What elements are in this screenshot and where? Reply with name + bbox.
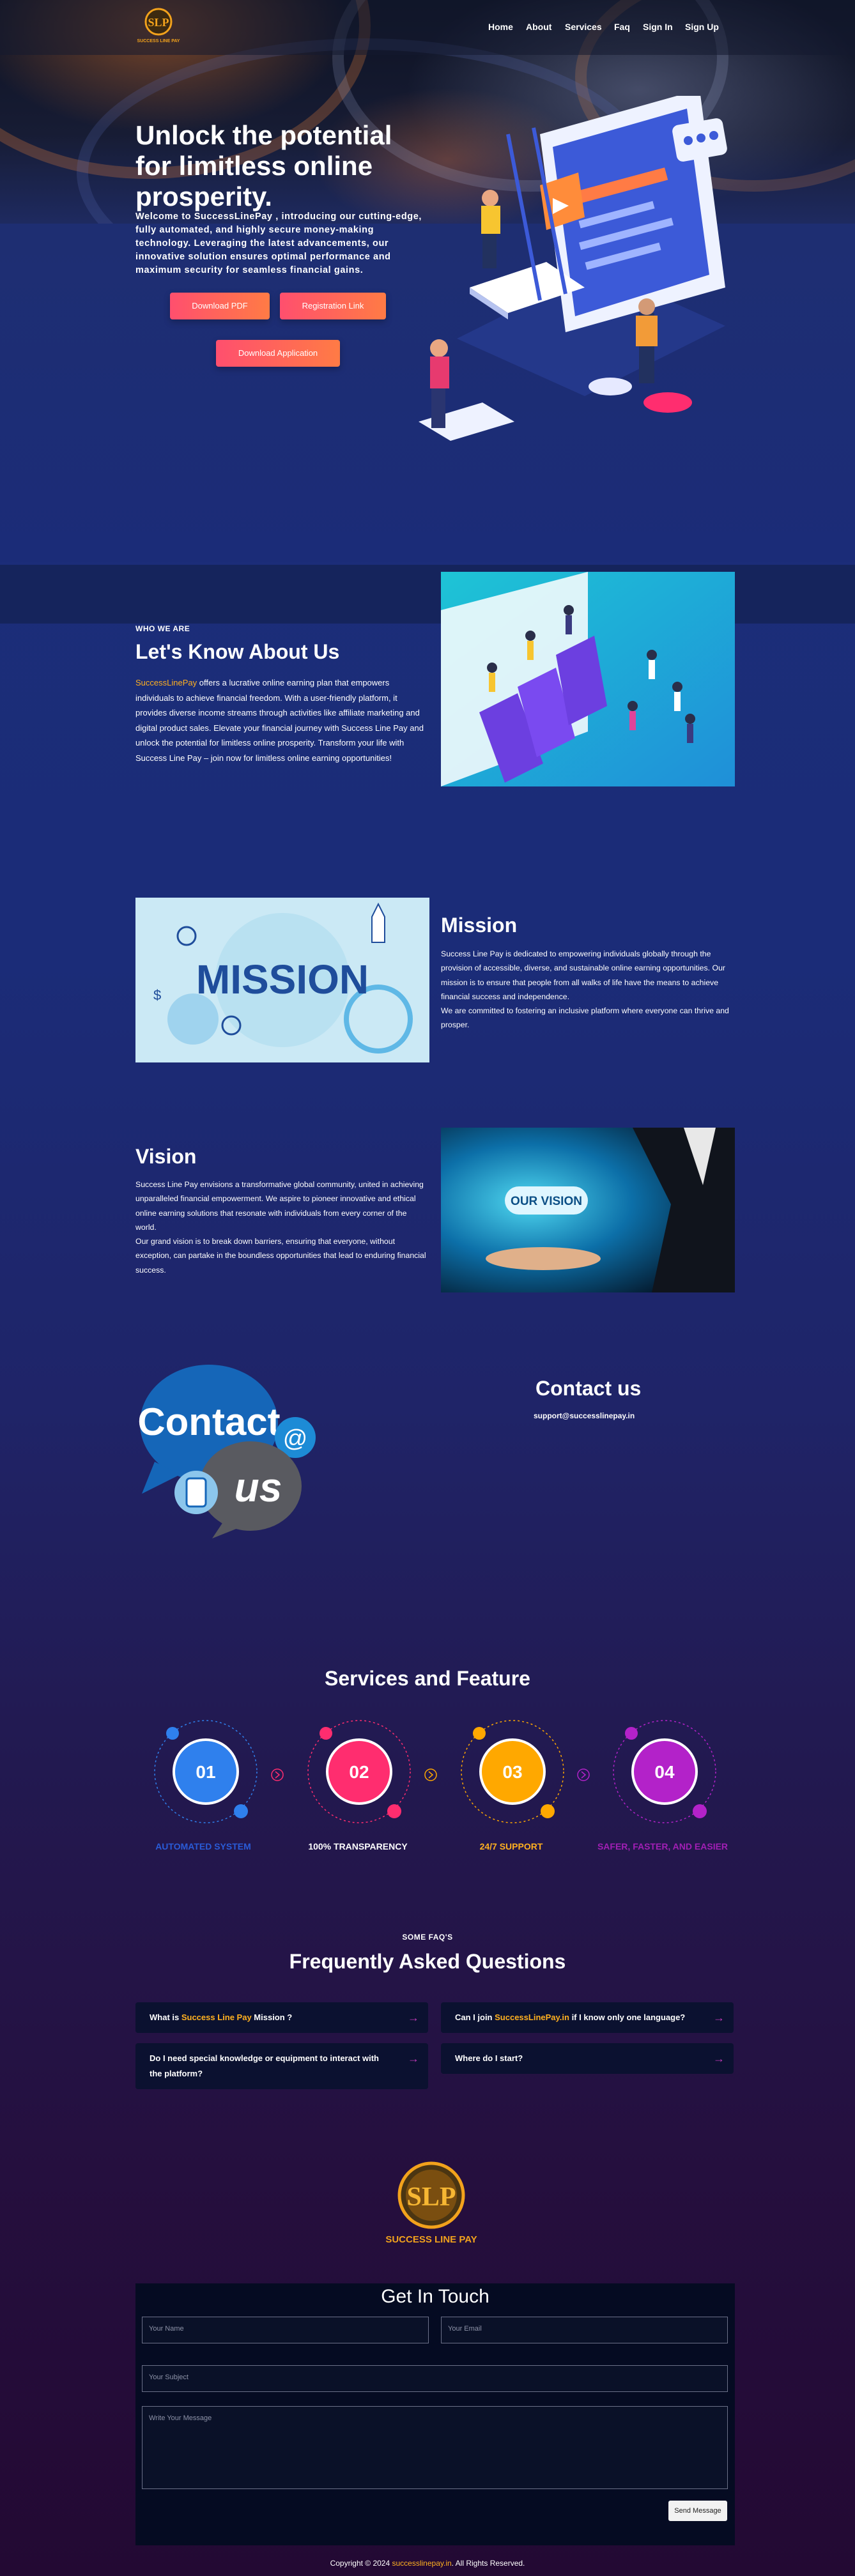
footer-copyright: Copyright © 2024 successlinepay.in. All … xyxy=(330,2559,525,2568)
footer-link[interactable]: successlinepay.in xyxy=(392,2559,452,2568)
chevron-right-icon xyxy=(424,1768,437,1781)
service-dot-small-4 xyxy=(693,1804,707,1818)
vision-text: Success Line Pay envisions a transformat… xyxy=(135,1180,426,1275)
navbar: SLP SUCCESS LINE PAY Home About Services… xyxy=(0,0,855,55)
email-field[interactable]: Your Email xyxy=(441,2317,728,2343)
svg-text:OUR VISION: OUR VISION xyxy=(511,1195,582,1208)
subject-field[interactable]: Your Subject xyxy=(142,2365,728,2392)
message-field[interactable]: Write Your Message xyxy=(142,2406,728,2489)
service-dot-1 xyxy=(166,1727,179,1740)
svg-text:us: us xyxy=(235,1464,282,1510)
service-label-3: 24/7 SUPPORT xyxy=(479,1841,543,1851)
svg-text:$: $ xyxy=(153,987,161,1003)
svg-text:SUCCESS LINE PAY: SUCCESS LINE PAY xyxy=(137,39,180,43)
service-dot-small-1 xyxy=(234,1804,248,1818)
about-text: SuccessLinePay offers a lucrative online… xyxy=(135,678,424,763)
arrow-right-icon: → xyxy=(713,2011,725,2024)
chevron-right-icon xyxy=(577,1768,590,1781)
chevron-right-icon-arrow xyxy=(275,1771,281,1779)
hero-title: Unlock the potential for limitless onlin… xyxy=(135,120,392,211)
service-dot-small-2 xyxy=(387,1804,401,1818)
faq-item-2[interactable]: Can I join SuccessLinePay.in if I know o… xyxy=(441,2002,734,2033)
arrow-right-icon: → xyxy=(408,2052,419,2065)
arrow-right-icon: → xyxy=(713,2052,725,2065)
svg-text:SLP: SLP xyxy=(406,2182,456,2212)
vision-image: OUR VISION xyxy=(441,1128,735,1292)
nav-services[interactable]: Services xyxy=(565,22,602,32)
contact-email[interactable]: support@successlinepay.in xyxy=(534,1411,635,1420)
brand-logo[interactable]: SLP SUCCESS LINE PAY xyxy=(135,5,181,45)
about-image xyxy=(441,572,735,786)
svg-text:MISSION: MISSION xyxy=(196,956,369,1002)
faq-eyebrow: SOME FAQ'S xyxy=(402,1933,453,1942)
hero-description: Welcome to SuccessLinePay , introducing … xyxy=(135,211,422,275)
send-message-button[interactable]: Send Message xyxy=(668,2501,727,2521)
service-label-4: SAFER, FASTER, AND EASIER xyxy=(597,1841,728,1851)
download-pdf-button[interactable]: Download PDF xyxy=(170,293,270,319)
svg-text:SUCCESS LINE PAY: SUCCESS LINE PAY xyxy=(385,2234,477,2245)
about-brand-link[interactable]: SuccessLinePay xyxy=(135,678,197,687)
nav-about[interactable]: About xyxy=(526,22,551,32)
service-label-1: AUTOMATED SYSTEM xyxy=(155,1841,251,1851)
svg-text:Contact: Contact xyxy=(137,1400,280,1443)
chevron-right-icon xyxy=(271,1768,284,1781)
about-eyebrow: WHO WE ARE xyxy=(135,624,190,633)
service-dot-small-3 xyxy=(541,1804,555,1818)
service-label-2: 100% TRANSPARENCY xyxy=(308,1841,408,1851)
form-title: Get In Touch xyxy=(381,2286,489,2307)
footer-logo: SLP SUCCESS LINE PAY xyxy=(385,2161,477,2245)
faq-item-3[interactable]: Do I need special knowledge or equipment… xyxy=(135,2043,428,2089)
nav-sign-up[interactable]: Sign Up xyxy=(685,22,719,32)
faq-item-1[interactable]: What is Success Line Pay Mission ? → xyxy=(135,2002,428,2033)
hero-illustration xyxy=(419,96,727,441)
chevron-right-icon-arrow xyxy=(581,1771,587,1779)
mission-image: MISSION $ xyxy=(135,898,429,1062)
service-number-4: 04 xyxy=(654,1762,675,1782)
name-field[interactable]: Your Name xyxy=(142,2317,429,2343)
contact-image: Contact @ us xyxy=(137,1365,316,1538)
nav-faq[interactable]: Faq xyxy=(614,22,630,32)
nav-sign-in[interactable]: Sign In xyxy=(643,22,673,32)
service-dot-3 xyxy=(473,1727,486,1740)
mission-title: Mission xyxy=(441,914,518,937)
service-number-2: 02 xyxy=(349,1762,369,1782)
svg-text:@: @ xyxy=(283,1425,308,1452)
registration-link-button[interactable]: Registration Link xyxy=(280,293,386,319)
nav-home[interactable]: Home xyxy=(488,22,513,32)
faq-title: Frequently Asked Questions xyxy=(289,1950,566,1973)
download-application-button[interactable]: Download Application xyxy=(216,340,340,367)
service-number-1: 01 xyxy=(196,1762,215,1782)
mission-text: Success Line Pay is dedicated to empower… xyxy=(441,949,729,1030)
faq-item-4[interactable]: Where do I start? → xyxy=(441,2043,734,2074)
service-dot-4 xyxy=(625,1727,638,1740)
about-title: Let's Know About Us xyxy=(135,640,340,663)
services-circles: 01 02 03 04 xyxy=(154,1720,716,1823)
arrow-right-icon: → xyxy=(408,2011,419,2024)
svg-text:SLP: SLP xyxy=(148,16,169,29)
chevron-right-icon-arrow xyxy=(428,1771,434,1779)
service-dot-2 xyxy=(320,1727,332,1740)
vision-title: Vision xyxy=(135,1145,197,1168)
services-title: Services and Feature xyxy=(325,1667,530,1690)
service-number-3: 03 xyxy=(502,1762,522,1782)
contact-title: Contact us xyxy=(535,1377,642,1400)
